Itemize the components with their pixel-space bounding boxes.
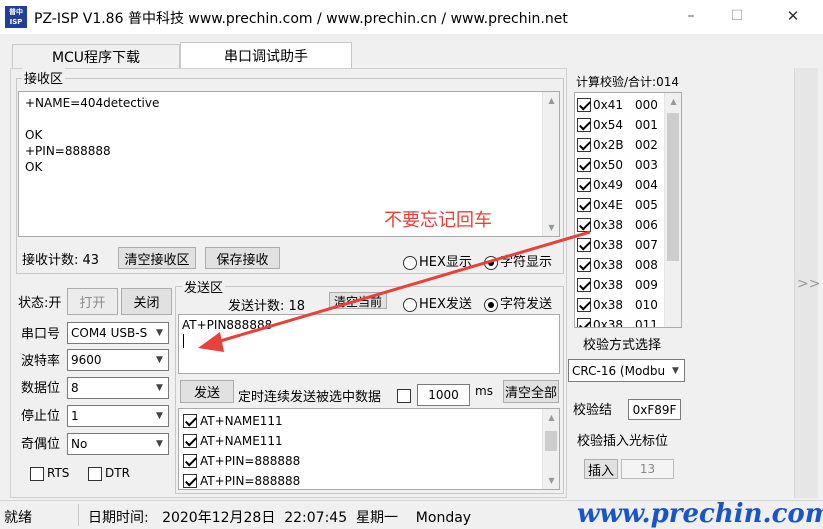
status-datetime: 日期时间: 2020年12月28日 22:07:45 星期一 Monday bbox=[88, 510, 472, 526]
annotation-arrow bbox=[198, 230, 591, 352]
watermark: www.prechin.com bbox=[577, 499, 823, 529]
status-ready: 就绪 bbox=[4, 510, 32, 526]
status-divider bbox=[78, 504, 79, 526]
status-bar: 就绪 日期时间: 2020年12月28日 22:07:45 星期一 Monday… bbox=[0, 499, 823, 529]
